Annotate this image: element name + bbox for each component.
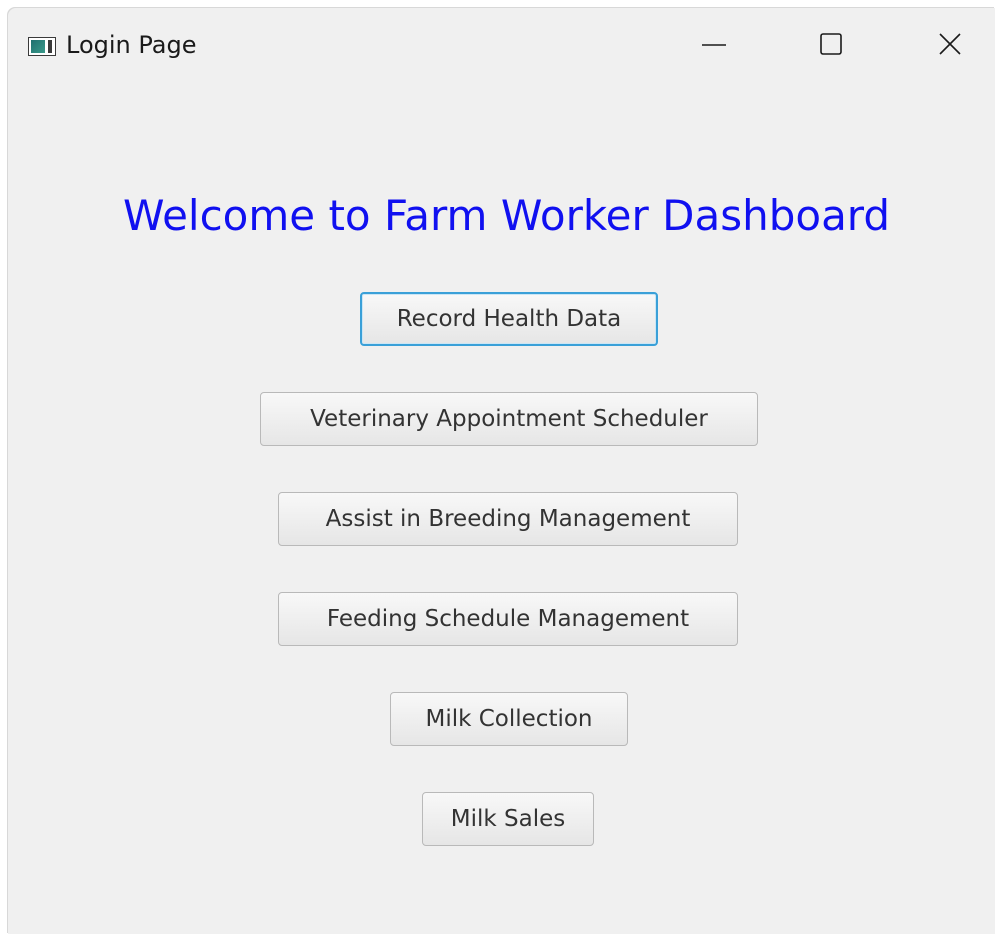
feeding-schedule-management-button[interactable]: Feeding Schedule Management [278, 592, 738, 646]
window-title: Login Page [66, 31, 197, 59]
dashboard-heading: Welcome to Farm Worker Dashboard [123, 191, 890, 240]
app-window-icon [28, 37, 56, 56]
close-icon [939, 33, 961, 55]
milk-sales-button[interactable]: Milk Sales [422, 792, 594, 846]
milk-collection-button[interactable]: Milk Collection [390, 692, 628, 746]
close-button[interactable] [916, 20, 986, 70]
minimize-button[interactable] [680, 20, 750, 70]
minimize-icon [702, 44, 726, 46]
maximize-button[interactable] [798, 20, 868, 70]
veterinary-appointment-scheduler-button[interactable]: Veterinary Appointment Scheduler [260, 392, 758, 446]
assist-in-breeding-management-button[interactable]: Assist in Breeding Management [278, 492, 738, 546]
record-health-data-button[interactable]: Record Health Data [360, 292, 658, 346]
app-window: Login Page Welcome to Farm Worker Dashbo… [8, 8, 995, 934]
maximize-icon [820, 33, 842, 55]
title-bar[interactable]: Login Page [8, 8, 995, 80]
